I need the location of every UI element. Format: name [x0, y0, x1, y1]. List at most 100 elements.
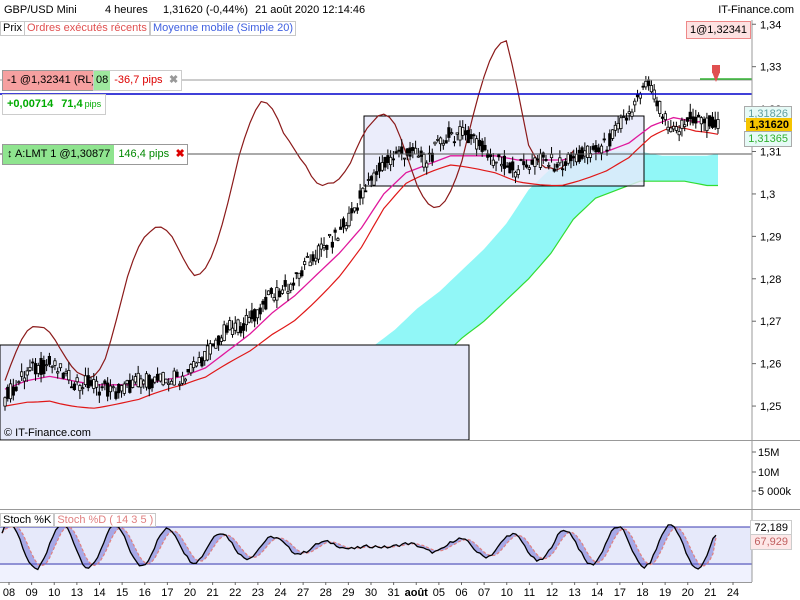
- candle-body: [416, 155, 420, 158]
- candle-body: [247, 317, 251, 323]
- candle-body: [114, 391, 118, 399]
- candle-body: [214, 339, 218, 349]
- candle-body: [253, 309, 257, 322]
- candle-body: [372, 172, 376, 186]
- candle-body: [483, 144, 487, 151]
- time-tick-label: 17: [614, 587, 626, 599]
- candle-body: [447, 127, 451, 138]
- candle-body: [475, 138, 479, 150]
- position-tag[interactable]: 1@1,32341: [686, 21, 752, 39]
- candle-body: [236, 319, 240, 333]
- candle-body: [150, 379, 154, 389]
- candle-body: [549, 153, 554, 159]
- candle-body: [672, 125, 676, 130]
- candle-body: [397, 149, 401, 152]
- candle-body: [694, 116, 698, 124]
- candle-body: [422, 154, 426, 168]
- candle-body: [108, 385, 113, 393]
- candle-body: [122, 383, 126, 394]
- candle-body: [691, 116, 695, 124]
- candle-body: [591, 145, 595, 150]
- candle-body: [200, 357, 204, 367]
- candle-body: [47, 355, 51, 365]
- candle-body: [50, 365, 54, 368]
- limit-order-tag[interactable]: ↕ A:LMT 1 @1,30877 146,4 pips ✖: [2, 144, 189, 165]
- candle-body: [635, 94, 640, 98]
- time-tick-label: 13: [569, 587, 581, 599]
- time-tick-label: 06: [455, 587, 467, 599]
- candle-body: [133, 376, 137, 383]
- candle-body: [322, 245, 326, 249]
- candle-body: [500, 163, 504, 167]
- candle-body: [352, 207, 357, 212]
- stoch-k-label[interactable]: Stoch %K: [0, 513, 55, 527]
- candle-body: [685, 117, 690, 122]
- price-tick-label: 1,28: [760, 274, 781, 286]
- candle-body: [144, 373, 149, 388]
- time-tick-label: 13: [71, 587, 83, 599]
- candle-body: [538, 153, 543, 168]
- candle-body: [597, 147, 601, 153]
- candle-body: [69, 386, 74, 389]
- instrument-name: GBP/USD Mini: [4, 4, 77, 16]
- candle-body: [205, 345, 210, 361]
- price-tick-label: 1,31: [760, 147, 781, 159]
- candle-body: [710, 116, 715, 128]
- gain-value: +0,00714: [7, 98, 54, 110]
- candle-body: [11, 386, 15, 396]
- volume-tick-label: 10M: [758, 467, 779, 479]
- candle-body: [192, 361, 196, 369]
- candle-body: [469, 134, 473, 140]
- resize-icon[interactable]: ↕: [7, 148, 13, 160]
- candle-body: [472, 134, 476, 137]
- candle-body: [522, 161, 526, 166]
- time-tick-label: 10: [501, 587, 513, 599]
- candle-body: [599, 145, 604, 154]
- candle-body: [633, 100, 637, 106]
- candle-body: [544, 159, 548, 161]
- candle-body: [197, 357, 201, 364]
- time-tick-label: 27: [297, 587, 309, 599]
- timeframe[interactable]: 4 heures: [105, 4, 148, 16]
- candle-body: [61, 372, 65, 379]
- candle-body: [33, 363, 38, 375]
- candle-body: [508, 162, 512, 174]
- price-tick-label: 1,29: [760, 231, 781, 243]
- volume-panel[interactable]: 15M 10M 5 000k: [0, 440, 800, 510]
- sell-label-text: -1 @1,32341: [7, 74, 71, 86]
- candle-body: [466, 129, 470, 144]
- candle-body: [558, 157, 562, 164]
- candle-body: [125, 380, 129, 385]
- candle-body: [203, 350, 207, 362]
- candle-body: [677, 131, 681, 136]
- candle-body: [330, 241, 334, 248]
- time-tick-label: 15: [116, 587, 128, 599]
- close-limit-icon[interactable]: ✖: [173, 145, 187, 164]
- close-grey-icon[interactable]: ✖: [167, 71, 181, 90]
- candle-body: [78, 385, 82, 392]
- candle-body: [53, 360, 57, 366]
- time-tick-label: 29: [342, 587, 354, 599]
- candle-body: [566, 154, 570, 164]
- candle-body: [610, 129, 615, 139]
- candle-body: [552, 168, 556, 172]
- candle-body: [444, 140, 448, 144]
- candle-body: [333, 229, 337, 233]
- candle-body: [713, 119, 717, 128]
- axis-box-last: 1,31620: [746, 118, 792, 132]
- candle-body: [513, 171, 518, 178]
- candle-body: [408, 147, 412, 157]
- candle-body: [297, 272, 301, 279]
- time-tick-label: 22: [229, 587, 241, 599]
- candle-body: [547, 164, 551, 167]
- candle-body: [211, 343, 215, 347]
- candle-body: [569, 153, 573, 162]
- candle-body: [31, 361, 35, 364]
- time-tick-label: 10: [48, 587, 60, 599]
- candle-body: [56, 371, 60, 374]
- stoch-d-label[interactable]: Stoch %D ( 14 3 5 ): [54, 513, 157, 527]
- candle-body: [325, 244, 329, 250]
- candle-body: [311, 254, 315, 262]
- candle-body: [608, 133, 612, 147]
- candle-body: [81, 387, 85, 390]
